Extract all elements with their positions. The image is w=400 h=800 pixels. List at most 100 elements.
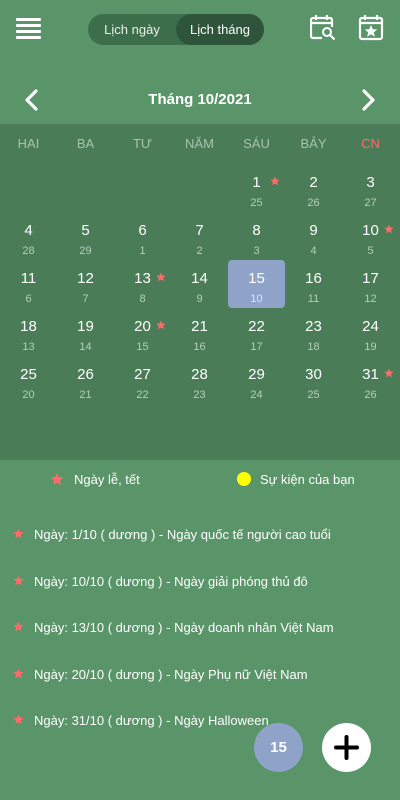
holiday-text: Ngày: 31/10 ( dương ) - Ngày Halloween xyxy=(34,713,269,728)
holiday-star-icon xyxy=(13,668,24,678)
holiday-list-item[interactable]: Ngày: 10/10 ( dương ) - Ngày giải phóng … xyxy=(0,567,400,597)
month-navigation: Tháng 10/2021 xyxy=(0,84,400,116)
view-switcher: Lịch ngày Lịch tháng xyxy=(88,14,264,45)
calendar-day[interactable]: 21 16 xyxy=(171,308,228,356)
calendar-day[interactable]: 3 27 xyxy=(342,164,399,212)
solar-date: 26 xyxy=(77,366,94,383)
calendar-day[interactable]: 24 19 xyxy=(342,308,399,356)
holiday-list-item[interactable]: Ngày: 13/10 ( dương ) - Ngày doanh nhân … xyxy=(0,613,400,643)
calendar-day[interactable]: 1 25 xyxy=(228,164,285,212)
calendar-day[interactable]: 18 13 xyxy=(0,308,57,356)
calendar-day[interactable]: 16 11 xyxy=(285,260,342,308)
calendar-day[interactable]: 61 xyxy=(114,212,171,260)
calendar-day[interactable]: 72 xyxy=(171,212,228,260)
calendar-day[interactable]: 13 8 xyxy=(114,260,171,308)
event-dot-icon xyxy=(237,472,251,486)
lunar-date: 7 xyxy=(82,293,89,305)
holiday-star-icon xyxy=(13,621,24,632)
calendar-day[interactable]: 26 21 xyxy=(57,356,114,404)
lunar-date: 23 xyxy=(193,389,206,401)
lunar-date: 11 xyxy=(307,293,320,305)
calendar-day[interactable]: 20 15 xyxy=(114,308,171,356)
lunar-date: 14 xyxy=(79,341,92,353)
solar-date: 15 xyxy=(248,270,265,287)
weekday-label: HAI xyxy=(17,136,40,151)
calendar-day[interactable]: 28 23 xyxy=(171,356,228,404)
calendar-day[interactable]: 10 5 xyxy=(342,212,399,260)
legend-event-label: Sự kiện của bạn xyxy=(260,472,355,487)
solar-date: 6 xyxy=(138,222,147,239)
calendar-day[interactable]: 2 26 xyxy=(285,164,342,212)
holiday-star-icon xyxy=(384,368,394,378)
solar-date: 18 xyxy=(20,318,37,335)
solar-date: 28 xyxy=(191,366,208,383)
solar-date: 22 xyxy=(248,318,265,335)
solar-date: 3 xyxy=(366,174,375,191)
calendar-search-icon[interactable] xyxy=(309,14,336,42)
holiday-list-item[interactable]: Ngày: 20/10 ( dương ) - Ngày Phụ nữ Việt… xyxy=(0,660,400,690)
lunar-date: 28 xyxy=(22,245,35,257)
weekday-label: CN xyxy=(361,136,380,151)
calendar-day[interactable]: 19 14 xyxy=(57,308,114,356)
calendar-day[interactable]: 94 xyxy=(285,212,342,260)
menu-icon[interactable] xyxy=(16,18,41,40)
calendar-day[interactable]: 83 xyxy=(228,212,285,260)
lunar-date: 12 xyxy=(364,293,377,305)
lunar-date: 29 xyxy=(79,245,92,257)
calendar-day-today[interactable]: 15 10 xyxy=(228,260,285,308)
holiday-star-icon xyxy=(156,272,166,282)
solar-date: 12 xyxy=(77,270,94,287)
lunar-date: 3 xyxy=(253,245,260,257)
calendar-day[interactable]: 17 12 xyxy=(342,260,399,308)
solar-date: 21 xyxy=(191,318,208,335)
today-button[interactable]: 15 xyxy=(254,723,303,772)
plus-icon xyxy=(334,735,359,760)
calendar-day[interactable]: 14 9 xyxy=(171,260,228,308)
calendar-day[interactable]: 30 25 xyxy=(285,356,342,404)
lunar-date: 5 xyxy=(367,245,374,257)
legend: Ngày lễ, tết Sự kiện của bạn xyxy=(0,462,400,498)
tab-day-calendar[interactable]: Lịch ngày xyxy=(88,14,176,45)
chevron-left-icon[interactable] xyxy=(20,88,44,112)
lunar-date: 20 xyxy=(22,389,35,401)
holiday-text: Ngày: 20/10 ( dương ) - Ngày Phụ nữ Việt… xyxy=(34,666,308,682)
solar-date: 17 xyxy=(362,270,379,287)
calendar-day[interactable]: 11 6 xyxy=(0,260,57,308)
calendar-day[interactable]: 5 29 xyxy=(57,212,114,260)
calendar-day[interactable]: 27 22 xyxy=(114,356,171,404)
holiday-star-icon xyxy=(270,176,280,186)
holiday-text: Ngày: 10/10 ( dương ) - Ngày giải phóng … xyxy=(34,573,308,589)
lunar-date: 2 xyxy=(196,245,203,257)
calendar-day[interactable]: 12 7 xyxy=(57,260,114,308)
tab-month-calendar[interactable]: Lịch tháng xyxy=(176,14,264,45)
calendar-day[interactable]: 23 18 xyxy=(285,308,342,356)
add-event-button[interactable] xyxy=(322,723,371,772)
calendar-day[interactable]: 4 28 xyxy=(0,212,57,260)
lunar-date: 16 xyxy=(193,341,206,353)
solar-date: 23 xyxy=(305,318,322,335)
lunar-date: 13 xyxy=(22,341,35,353)
calendar-day[interactable]: 22 17 xyxy=(228,308,285,356)
legend-holiday-label: Ngày lễ, tết xyxy=(74,472,140,487)
top-bar: Lịch ngày Lịch tháng xyxy=(0,0,400,60)
chevron-right-icon[interactable] xyxy=(356,88,380,112)
solar-date: 7 xyxy=(195,222,204,239)
holiday-list-item[interactable]: Ngày: 1/10 ( dương ) - Ngày quốc tế ngườ… xyxy=(0,520,400,550)
calendar-day[interactable]: 25 20 xyxy=(0,356,57,404)
calendar-day[interactable]: 29 24 xyxy=(228,356,285,404)
lunar-date: 25 xyxy=(250,197,263,209)
calendar-day[interactable]: 31 26 xyxy=(342,356,399,404)
weekday-label: SÁU xyxy=(243,136,270,151)
weekday-label: NĂM xyxy=(185,136,214,151)
weekday-header: HAI BA TƯ NĂM SÁU BẢY CN xyxy=(0,124,400,162)
lunar-date: 10 xyxy=(250,293,263,305)
solar-date: 14 xyxy=(191,270,208,287)
solar-date: 9 xyxy=(309,222,318,239)
solar-date: 24 xyxy=(362,318,379,335)
holiday-text: Ngày: 1/10 ( dương ) - Ngày quốc tế ngườ… xyxy=(34,527,331,542)
solar-date: 11 xyxy=(20,270,37,287)
calendar-star-icon[interactable] xyxy=(358,14,384,42)
holiday-text: Ngày: 13/10 ( dương ) - Ngày doanh nhân … xyxy=(34,620,334,635)
solar-date: 29 xyxy=(248,366,265,383)
weekday-label: BA xyxy=(76,136,95,151)
